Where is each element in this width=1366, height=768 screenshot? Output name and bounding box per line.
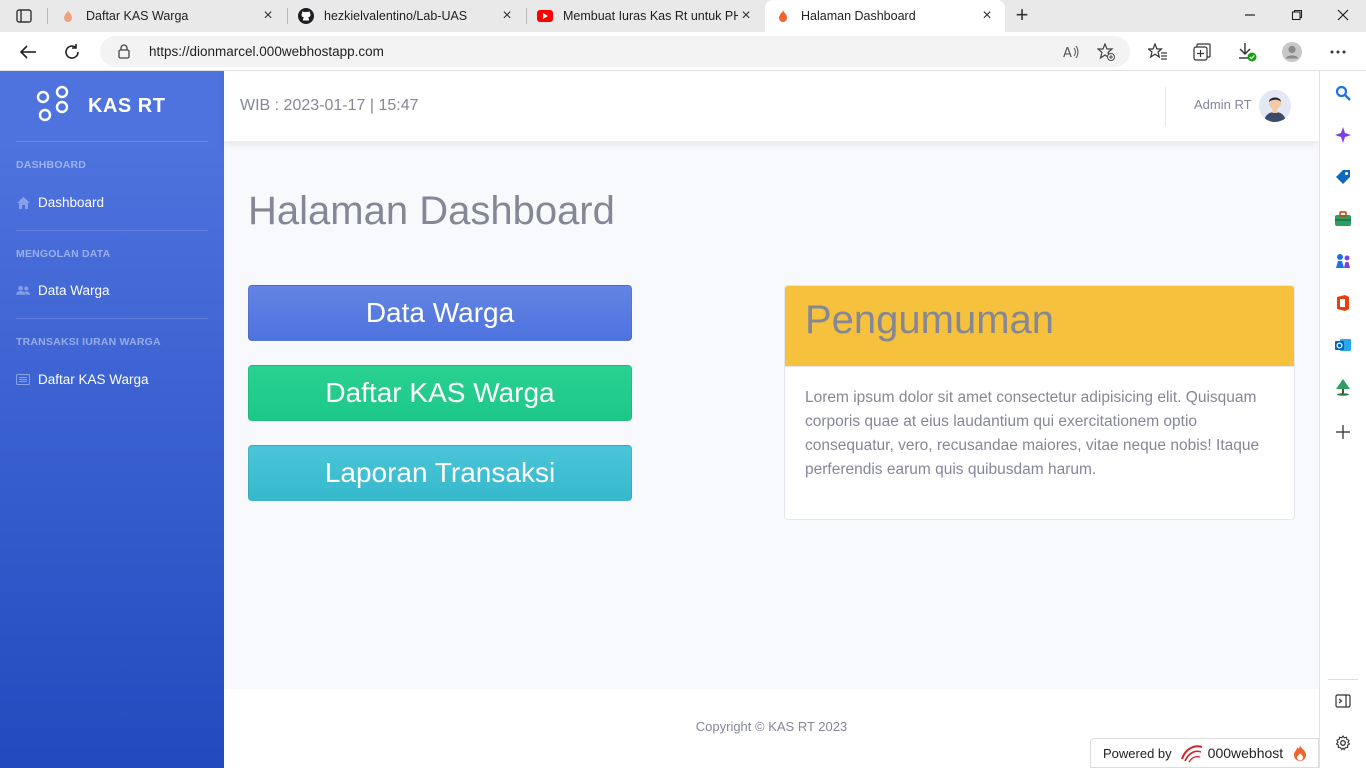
topbar: WIB : 2023-01-17 | 15:47 Admin RT — [224, 71, 1319, 141]
brand-link[interactable]: KAS RT — [36, 85, 165, 128]
data-warga-button[interactable]: Data Warga — [248, 285, 632, 341]
tab-label: Membuat Iuras Kas Rt untuk PHP — [563, 9, 738, 23]
add-icon[interactable] — [1333, 422, 1353, 442]
tree-icon[interactable] — [1333, 377, 1353, 397]
tab-youtube[interactable]: Membuat Iuras Kas Rt untuk PHP × — [527, 0, 764, 32]
powered-by-badge[interactable]: Powered by 000webhost — [1090, 738, 1319, 768]
office-icon[interactable] — [1333, 293, 1353, 313]
sidebar-heading-dashboard: DASHBOARD — [16, 159, 87, 171]
read-aloud-icon[interactable]: A — [1062, 42, 1082, 62]
tab-daftar-kas[interactable]: Daftar KAS Warga × — [50, 0, 286, 32]
restore-button[interactable] — [1285, 4, 1309, 28]
favorites-icon[interactable] — [1147, 41, 1169, 63]
downloads-icon[interactable] — [1236, 41, 1258, 63]
user-name[interactable]: Admin RT — [1194, 97, 1252, 112]
sidebar-item-label: Data Warga — [38, 283, 110, 298]
refresh-button[interactable] — [60, 40, 84, 64]
announcement-body: Lorem ipsum dolor sit amet consectetur a… — [805, 389, 1260, 478]
circles-logo-icon — [36, 85, 72, 128]
github-icon — [298, 8, 314, 24]
brand-title: KAS RT — [88, 95, 166, 117]
close-icon[interactable]: × — [979, 8, 995, 24]
tab-github[interactable]: hezkielvalentino/Lab-UAS × — [288, 0, 525, 32]
sidebar-item-label: Daftar KAS Warga — [38, 372, 149, 387]
tools-icon[interactable] — [1333, 209, 1353, 229]
games-icon[interactable] — [1333, 251, 1353, 271]
sidebar: KAS RT DASHBOARD Dashboard MENGOLAN DATA… — [0, 71, 224, 768]
hide-sidebar-icon[interactable] — [1333, 691, 1353, 711]
minimize-button[interactable] — [1238, 4, 1262, 28]
powered-by-label: Powered by — [1103, 745, 1172, 761]
tab-label: Daftar KAS Warga — [86, 9, 189, 23]
users-icon — [16, 284, 30, 298]
home-icon — [16, 196, 30, 210]
avatar[interactable] — [1259, 90, 1291, 122]
shopping-tag-icon[interactable] — [1333, 167, 1353, 187]
sparkle-icon[interactable] — [1333, 125, 1353, 145]
tab-halaman-dashboard[interactable]: Halaman Dashboard × — [765, 0, 1005, 32]
sidebar-divider — [16, 141, 208, 142]
clock-text: WIB : 2023-01-17 | 15:47 — [240, 97, 419, 114]
laporan-transaksi-button[interactable]: Laporan Transaksi — [248, 445, 632, 501]
sidebar-divider — [16, 318, 208, 319]
copyright-text: Copyright © KAS RT 2023 — [695, 719, 848, 734]
more-menu-icon[interactable] — [1327, 41, 1349, 63]
tab-label: hezkielvalentino/Lab-UAS — [324, 9, 468, 23]
host-name: 000webhost — [1207, 745, 1284, 761]
close-icon[interactable]: × — [738, 8, 754, 24]
sidebar-item-label: Dashboard — [38, 195, 105, 210]
fire-icon — [775, 8, 791, 24]
back-button[interactable] — [16, 40, 40, 64]
youtube-icon — [537, 8, 553, 24]
svg-text:A: A — [1063, 46, 1072, 60]
page-title: Halaman Dashboard — [248, 189, 615, 233]
url-text: https://dionmarcel.000webhostapp.com — [149, 44, 384, 59]
browser-tab-strip: Daftar KAS Warga × hezkielvalentino/Lab-… — [0, 0, 1366, 32]
announcement-header: Pengumuman — [785, 286, 1294, 367]
announcement-title: Pengumuman — [805, 298, 1055, 342]
sidebar-item-dashboard[interactable]: Dashboard — [16, 195, 104, 210]
close-icon[interactable]: × — [499, 8, 515, 24]
topbar-divider — [1165, 87, 1166, 127]
sidebar-heading-mengolan-data: MENGOLAN DATA — [16, 248, 111, 260]
sidebar-item-data-warga[interactable]: Data Warga — [16, 283, 110, 298]
search-icon[interactable] — [1333, 83, 1353, 103]
daftar-kas-warga-button[interactable]: Daftar KAS Warga — [248, 365, 632, 421]
list-icon — [16, 373, 30, 387]
outlook-icon[interactable] — [1333, 335, 1353, 355]
settings-gear-icon[interactable] — [1333, 733, 1353, 753]
fire-icon — [1293, 744, 1307, 762]
edge-sidebar-divider — [1328, 679, 1358, 680]
000webhost-logo-icon — [1180, 743, 1204, 763]
tab-actions-icon[interactable] — [10, 6, 38, 26]
close-window-button[interactable] — [1331, 4, 1355, 28]
sidebar-heading-transaksi: TRANSAKSI IURAN WARGA — [16, 336, 161, 348]
web-page: KAS RT DASHBOARD Dashboard MENGOLAN DATA… — [0, 71, 1319, 768]
tab-separator — [47, 8, 48, 24]
url-field[interactable]: https://dionmarcel.000webhostapp.com A — [100, 36, 1130, 67]
announcement-card: Pengumuman Lorem ipsum dolor sit amet co… — [784, 285, 1295, 520]
collections-icon[interactable] — [1191, 41, 1213, 63]
tab-label: Halaman Dashboard — [801, 9, 916, 23]
profile-icon[interactable] — [1281, 41, 1303, 63]
new-tab-button[interactable]: + — [1010, 4, 1034, 28]
address-bar-row: https://dionmarcel.000webhostapp.com A — [0, 32, 1366, 71]
fire-icon — [60, 8, 76, 24]
add-favorite-icon[interactable] — [1096, 42, 1116, 62]
sidebar-divider — [16, 230, 208, 231]
lock-icon — [118, 44, 130, 64]
close-icon[interactable]: × — [260, 8, 276, 24]
sidebar-item-daftar-kas-warga[interactable]: Daftar KAS Warga — [16, 372, 149, 387]
edge-sidebar — [1319, 71, 1366, 768]
